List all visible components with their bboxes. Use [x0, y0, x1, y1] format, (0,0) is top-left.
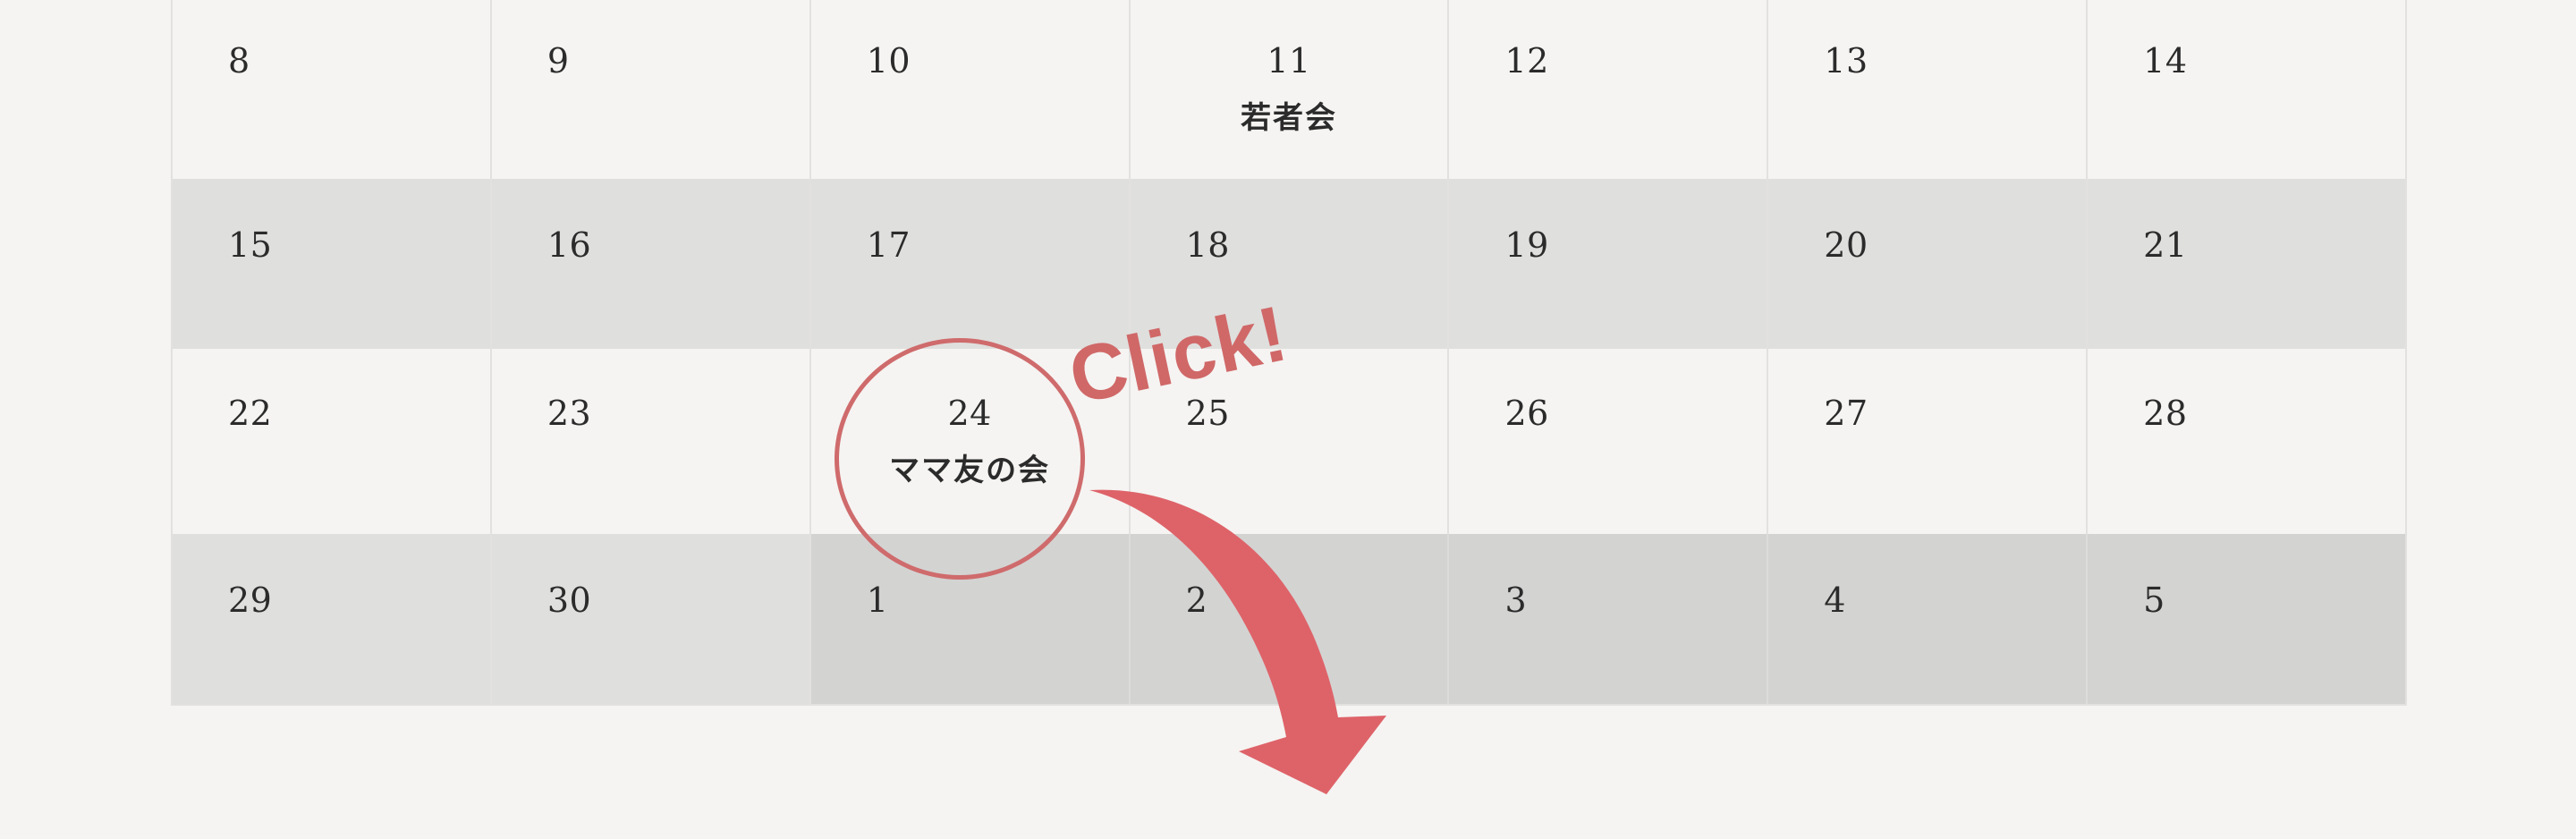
day-number: 5 [2143, 581, 2165, 620]
day-number: 12 [1504, 41, 1549, 81]
day-number: 16 [547, 225, 592, 265]
calendar-day-cell[interactable]: 23 [492, 349, 811, 534]
calendar-week: 15 16 17 18 19 20 21 [173, 179, 2405, 349]
calendar-day-cell[interactable]: 10 [811, 0, 1131, 179]
page: 8 9 10 11 若者会 12 13 14 15 16 17 18 19 20… [0, 0, 2576, 839]
calendar-day-cell[interactable]: 27 [1768, 349, 2089, 534]
calendar-day-cell[interactable]: 16 [492, 179, 811, 349]
day-number: 26 [1504, 394, 1549, 433]
calendar-week: 8 9 10 11 若者会 12 13 14 [173, 0, 2405, 179]
day-number: 1 [866, 581, 889, 620]
day-number: 21 [2143, 225, 2188, 265]
calendar-day-cell[interactable]: 30 [492, 534, 811, 704]
calendar-week: 29 30 1 2 3 4 5 [173, 534, 2406, 704]
calendar-day-cell[interactable]: 12 [1449, 0, 1769, 179]
day-number: 13 [1824, 41, 1868, 81]
day-number: 11 [1267, 41, 1311, 81]
day-number: 18 [1185, 225, 1230, 265]
day-number: 27 [1824, 394, 1868, 433]
calendar-day-cell[interactable]: 29 [173, 534, 492, 704]
calendar-day-cell[interactable]: 21 [2088, 179, 2405, 349]
calendar-day-cell[interactable]: 9 [492, 0, 811, 179]
day-number: 15 [228, 225, 273, 265]
day-number: 22 [228, 394, 273, 433]
day-number: 30 [547, 581, 592, 620]
day-number: 19 [1504, 225, 1549, 265]
calendar-day-cell[interactable]: 28 [2088, 349, 2405, 534]
calendar-day-cell[interactable]: 17 [811, 179, 1131, 349]
day-number: 23 [547, 394, 592, 433]
calendar-day-cell[interactable]: 13 [1768, 0, 2089, 179]
day-number: 4 [1824, 581, 1846, 620]
calendar-day-cell-next-month[interactable]: 1 [810, 534, 1131, 704]
calendar-day-cell[interactable]: 11 若者会 [1131, 0, 1450, 179]
event-link-wakamono[interactable]: 若者会 [1131, 93, 1448, 137]
calendar-day-cell[interactable]: 26 [1449, 349, 1769, 534]
calendar-day-cell[interactable]: 20 [1768, 179, 2089, 349]
day-number: 9 [547, 41, 570, 81]
day-number: 28 [2143, 394, 2188, 433]
day-number: 8 [228, 41, 250, 81]
day-number: 17 [866, 225, 911, 265]
day-number: 2 [1185, 581, 1208, 620]
calendar-day-cell-next-month[interactable]: 2 [1130, 534, 1450, 704]
calendar-day-cell-next-month[interactable]: 4 [1768, 534, 2089, 704]
day-number: 14 [2143, 41, 2188, 81]
day-number: 29 [228, 581, 273, 620]
calendar-day-cell[interactable]: 19 [1449, 179, 1769, 349]
day-number: 25 [1185, 394, 1230, 433]
calendar-day-cell-next-month[interactable]: 5 [2088, 534, 2406, 704]
day-number: 20 [1824, 225, 1868, 265]
calendar-day-cell[interactable]: 22 [173, 349, 492, 534]
calendar-day-cell[interactable]: 8 [173, 0, 492, 179]
calendar-day-cell[interactable]: 14 [2088, 0, 2405, 179]
calendar-day-cell[interactable]: 15 [173, 179, 492, 349]
day-number: 10 [866, 41, 911, 81]
day-number: 3 [1504, 581, 1528, 620]
calendar-day-cell-next-month[interactable]: 3 [1449, 534, 1769, 704]
event-link-mamatomo[interactable]: ママ友の会 [811, 445, 1129, 489]
